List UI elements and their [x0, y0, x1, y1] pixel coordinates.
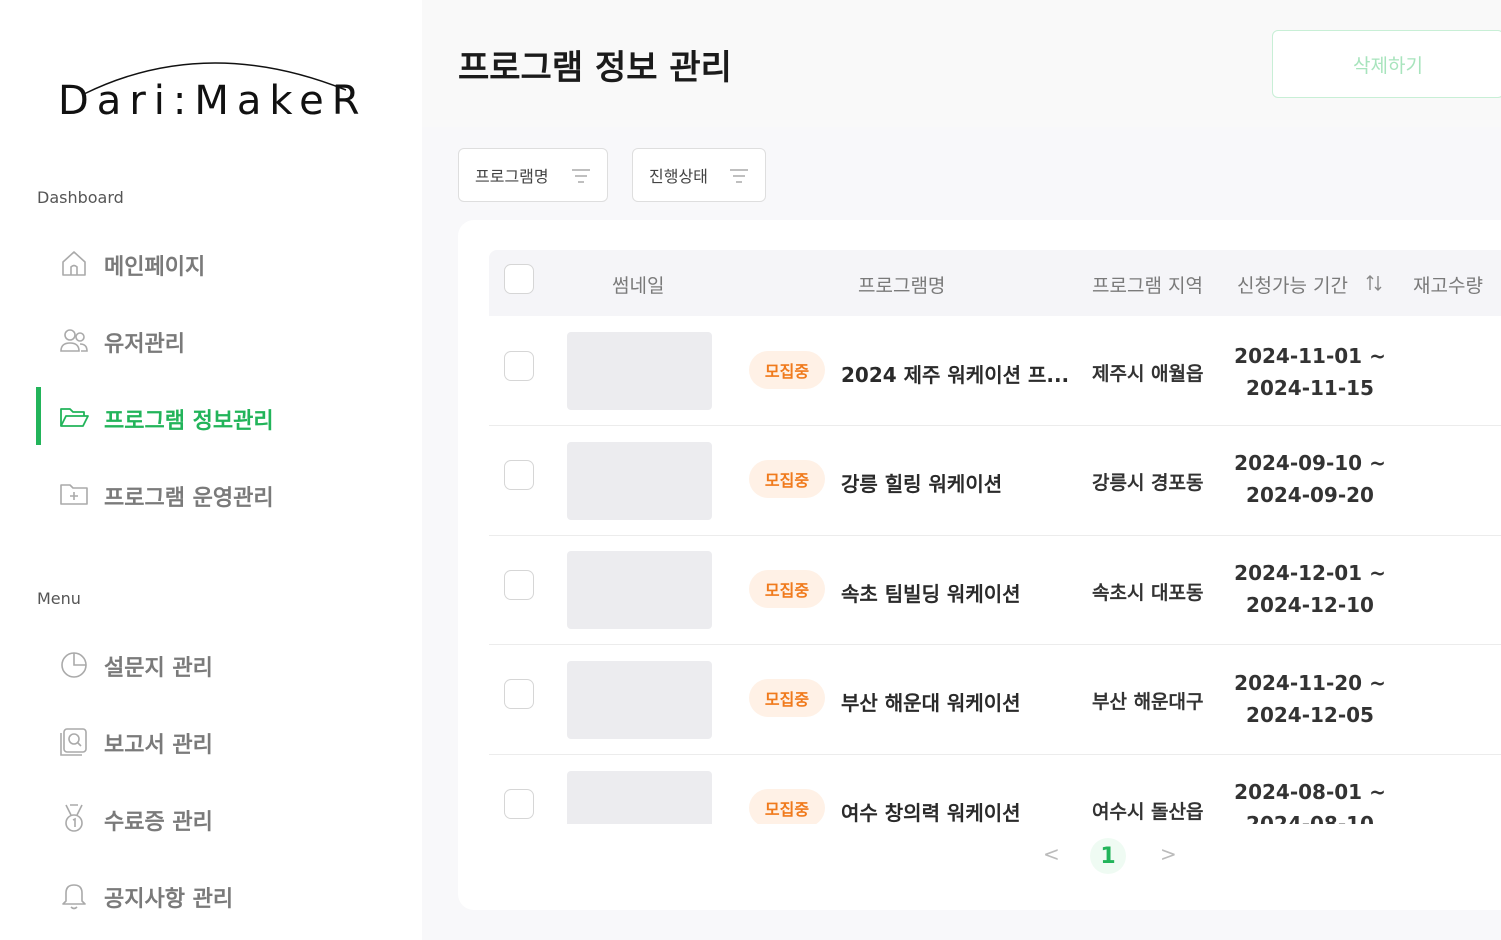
row-checkbox[interactable]: [504, 460, 534, 490]
report-search-icon: [60, 728, 87, 756]
sidebar-item-program-ops[interactable]: 프로그램 운영관리: [36, 464, 396, 522]
program-name[interactable]: 속초 팀빌딩 워케이션: [841, 578, 1021, 607]
sidebar-item-label: 프로그램 정보관리: [104, 409, 274, 434]
program-name[interactable]: 2024 제주 워케이션 프...: [841, 359, 1069, 388]
table-header: 썸네일 프로그램명 프로그램 지역 신청가능 기간 재고수량: [489, 250, 1501, 316]
filter-status[interactable]: 진행상태: [632, 148, 766, 202]
period-end: 2024-11-15: [1246, 376, 1374, 400]
program-region: 여수시 돌산읍: [1092, 801, 1204, 823]
pagination-prev[interactable]: <: [1043, 842, 1060, 866]
row-checkbox[interactable]: [504, 351, 534, 381]
sidebar-item-label: 보고서 관리: [104, 733, 213, 758]
medal-icon: [65, 804, 83, 832]
program-table-card: 썸네일 프로그램명 프로그램 지역 신청가능 기간 재고수량 모집중 2024 …: [458, 220, 1501, 910]
sidebar-item-main[interactable]: 메인페이지: [36, 233, 396, 291]
menu-section-label: Menu: [37, 589, 81, 608]
thumbnail-placeholder: [567, 332, 712, 410]
home-icon: [62, 251, 86, 276]
page-header: 프로그램 정보 관리 삭제하기: [422, 0, 1501, 127]
status-badge: 모집중: [749, 789, 825, 824]
sidebar-item-notice[interactable]: 공지사항 관리: [36, 865, 396, 923]
folder-plus-icon: [60, 484, 88, 505]
thumbnail-placeholder: [567, 771, 712, 824]
column-program-name: 프로그램명: [858, 275, 946, 297]
filter-label: 진행상태: [649, 167, 708, 186]
sidebar-item-label: 공지사항 관리: [104, 887, 234, 912]
logo[interactable]: Dari:MakeR: [56, 52, 366, 124]
sidebar-item-report[interactable]: 보고서 관리: [36, 711, 396, 769]
pagination-current-page[interactable]: 1: [1090, 838, 1126, 874]
sort-arrows-icon[interactable]: [1366, 274, 1382, 292]
logo-text: Dari:MakeR: [58, 78, 366, 124]
application-period: 2024-11-01 ~ 2024-11-15: [1225, 340, 1395, 404]
page-title: 프로그램 정보 관리: [458, 48, 732, 88]
program-name[interactable]: 강릉 힐링 워케이션: [841, 468, 1002, 497]
status-badge: 모집중: [749, 570, 825, 608]
status-badge: 모집중: [749, 351, 825, 389]
period-start: 2024-12-01 ~: [1234, 561, 1386, 585]
period-end: 2024-12-05: [1246, 703, 1374, 727]
application-period: 2024-08-01 ~ 2024-08-10: [1225, 776, 1395, 824]
sidebar-item-label: 메인페이지: [104, 255, 206, 280]
program-region: 속초시 대포동: [1092, 582, 1204, 604]
filter-icon: [730, 169, 748, 183]
row-checkbox[interactable]: [504, 789, 534, 819]
dashboard-section-label: Dashboard: [37, 188, 124, 207]
sidebar-item-label: 설문지 관리: [104, 656, 213, 681]
pagination-next[interactable]: >: [1160, 842, 1177, 866]
active-indicator: [36, 387, 41, 445]
column-thumbnail: 썸네일: [612, 275, 665, 297]
thumbnail-placeholder: [567, 551, 712, 629]
bell-icon: [62, 884, 86, 910]
table-body: 모집중 2024 제주 워케이션 프... 제주시 애월읍 2024-11-01…: [489, 316, 1501, 824]
status-badge: 모집중: [749, 679, 825, 717]
thumbnail-placeholder: [567, 661, 712, 739]
sidebar-item-program-info[interactable]: 프로그램 정보관리: [36, 387, 396, 445]
delete-button[interactable]: 삭제하기: [1272, 30, 1501, 98]
row-checkbox[interactable]: [504, 679, 534, 709]
sidebar-item-label: 수료증 관리: [104, 810, 213, 835]
application-period: 2024-12-01 ~ 2024-12-10: [1225, 557, 1395, 621]
column-period[interactable]: 신청가능 기간: [1237, 271, 1348, 298]
period-start: 2024-11-01 ~: [1234, 344, 1386, 368]
thumbnail-placeholder: [567, 442, 712, 520]
sidebar: Dari:MakeR Dashboard 메인페이지 유저관리 프로그램 정보관…: [0, 0, 422, 940]
row-checkbox[interactable]: [504, 570, 534, 600]
program-region: 제주시 애월읍: [1092, 363, 1204, 385]
program-name[interactable]: 여수 창의력 워케이션: [841, 797, 1021, 824]
application-period: 2024-11-20 ~ 2024-12-05: [1225, 667, 1395, 731]
filter-label: 프로그램명: [475, 167, 549, 186]
sidebar-item-users[interactable]: 유저관리: [36, 310, 396, 368]
filter-icon: [572, 169, 590, 183]
period-start: 2024-09-10 ~: [1234, 451, 1386, 475]
logo-mark: Dari:MakeR: [58, 62, 366, 124]
table-row[interactable]: 모집중 여수 창의력 워케이션 여수시 돌산읍 2024-08-01 ~ 202…: [489, 755, 1501, 824]
sidebar-item-label: 유저관리: [104, 332, 185, 357]
table-row[interactable]: 모집중 2024 제주 워케이션 프... 제주시 애월읍 2024-11-01…: [489, 316, 1501, 426]
filter-program-name[interactable]: 프로그램명: [458, 148, 608, 202]
program-region: 강릉시 경포동: [1092, 472, 1204, 494]
column-region: 프로그램 지역: [1092, 275, 1203, 297]
application-period: 2024-09-10 ~ 2024-09-20: [1225, 447, 1395, 511]
users-icon: [60, 329, 88, 352]
sidebar-item-survey[interactable]: 설문지 관리: [36, 634, 396, 692]
program-region: 부산 해운대구: [1092, 691, 1204, 713]
main-content: 프로그램 정보 관리 삭제하기 프로그램명 진행상태 썸네일 프로그램명 프로그…: [422, 0, 1501, 940]
table-row[interactable]: 모집중 속초 팀빌딩 워케이션 속초시 대포동 2024-12-01 ~ 202…: [489, 535, 1501, 645]
period-end: 2024-08-10: [1246, 812, 1374, 824]
table-row[interactable]: 모집중 부산 해운대 워케이션 부산 해운대구 2024-11-20 ~ 202…: [489, 645, 1501, 755]
table-row[interactable]: 모집중 강릉 힐링 워케이션 강릉시 경포동 2024-09-10 ~ 2024…: [489, 426, 1501, 536]
period-start: 2024-11-20 ~: [1234, 671, 1386, 695]
select-all-checkbox[interactable]: [504, 264, 534, 294]
pie-chart-icon: [61, 652, 87, 678]
status-badge: 모집중: [749, 460, 825, 498]
period-end: 2024-09-20: [1246, 483, 1374, 507]
period-start: 2024-08-01 ~: [1234, 780, 1386, 804]
column-stock: 재고수량: [1413, 275, 1483, 297]
folder-open-icon: [60, 408, 89, 427]
sidebar-item-certificate[interactable]: 수료증 관리: [36, 788, 396, 846]
period-end: 2024-12-10: [1246, 593, 1374, 617]
sidebar-item-label: 프로그램 운영관리: [104, 486, 274, 511]
program-name[interactable]: 부산 해운대 워케이션: [841, 687, 1021, 716]
